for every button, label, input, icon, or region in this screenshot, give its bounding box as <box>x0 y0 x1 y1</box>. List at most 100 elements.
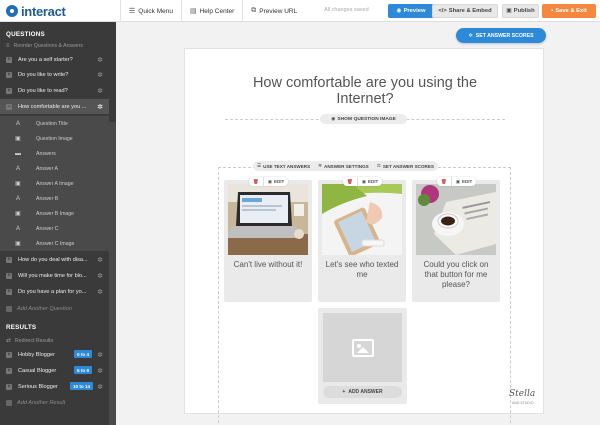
text-a-icon: A <box>15 195 20 202</box>
trash-icon[interactable]: 🗑 <box>437 177 452 186</box>
edit-label: EDIT <box>367 179 379 184</box>
questions-heading: QUESTIONS <box>6 31 45 38</box>
laptop-desk-photo <box>228 184 308 255</box>
edit-image-button[interactable]: ▣ EDIT <box>358 179 383 185</box>
result-casual-blogger[interactable]: + Casual Blogger ✲ <box>0 363 109 378</box>
answer-settings-button[interactable]: ✲ ANSWER SETTINGS <box>314 161 373 171</box>
list-icon: ▬ <box>15 150 21 157</box>
image-placeholder <box>323 313 402 382</box>
sub-item-answer-a-image[interactable]: ▣ Answer A Image <box>0 176 109 191</box>
sub-item-answer-b[interactable]: A Answer B <box>0 191 109 206</box>
plus-icon: + <box>6 383 12 390</box>
score-range-badge: 5 to 9 <box>74 366 92 374</box>
use-text-answers-button[interactable]: ☰ USE TEXT ANSWERS <box>253 161 314 171</box>
sub-item-question-image[interactable]: ▣ Question Image <box>0 131 109 146</box>
answers-toolbar: ☰ USE TEXT ANSWERS ✲ ANSWER SETTINGS ⚖ S… <box>253 161 438 171</box>
image-icon: ▣ <box>15 241 21 247</box>
gear-icon[interactable]: ✲ <box>97 87 103 95</box>
sidebar-question-2[interactable]: + Do you like to write? ✲ <box>0 67 109 82</box>
interact-logo[interactable]: interact <box>6 3 66 19</box>
plus-icon: + <box>6 56 12 63</box>
edit-image-button[interactable]: ▣ EDIT <box>264 179 289 185</box>
answer-text[interactable]: Can't live without it! <box>228 260 308 270</box>
question-label: Are you a self starter? <box>18 56 73 63</box>
trash-icon[interactable]: 🗑 <box>249 177 264 186</box>
gear-icon[interactable]: ✲ <box>97 367 103 375</box>
sub-item-answer-c[interactable]: A Answer C <box>0 221 109 236</box>
results-heading: RESULTS <box>6 324 37 331</box>
editor-main: ✲ SET ANSWER SCORES How comfortable are … <box>116 22 600 425</box>
save-exit-button[interactable]: ▪ Save & Exit <box>542 4 596 18</box>
image-icon: ▣ <box>361 178 366 184</box>
quick-menu-link[interactable]: ☰ Quick Menu <box>120 0 181 22</box>
top-links: ☰ Quick Menu ▤ Help Center ⧉ Preview URL <box>120 0 305 22</box>
sub-item-label: Answers <box>36 150 56 157</box>
answer-card-c[interactable]: Could you click on that button for me pl… <box>412 177 500 302</box>
book-icon: ▤ <box>189 8 197 15</box>
list-icon: ☰ <box>257 163 262 168</box>
plus-icon: + <box>6 351 12 358</box>
set-answer-scores-button[interactable]: ✲ SET ANSWER SCORES <box>456 28 546 43</box>
publish-icon: ▣ <box>506 8 512 14</box>
gear-icon[interactable]: ✲ <box>97 256 103 264</box>
edit-image-button[interactable]: ▣ EDIT <box>452 179 477 185</box>
sidebar-question-4[interactable]: − How comfortable are you ... ✲ <box>0 99 109 114</box>
gear-icon[interactable]: ✲ <box>97 103 103 111</box>
gear-icon: ✲ <box>468 32 473 39</box>
sub-item-question-title[interactable]: A Question Title <box>0 116 109 131</box>
share-embed-button[interactable]: </> Share & Embed <box>432 4 498 18</box>
add-result-link[interactable]: Add Another Result <box>6 400 65 406</box>
add-question-link[interactable]: Add Another Question <box>6 306 72 312</box>
gear-icon[interactable]: ✲ <box>97 351 103 359</box>
result-hobby-blogger[interactable]: + Hobby Blogger ✲ <box>0 347 109 362</box>
help-center-label: Help Center <box>199 7 235 15</box>
gear-icon[interactable]: ✲ <box>97 288 103 296</box>
gear-icon[interactable]: ✲ <box>97 56 103 64</box>
sub-item-answers[interactable]: ▬ Answers <box>0 146 109 161</box>
text-a-icon: A <box>15 120 20 127</box>
score-range-badge: 10 to 14 <box>70 382 94 390</box>
sidebar-scrollbar[interactable] <box>109 122 116 425</box>
external-link-icon: ⧉ <box>251 7 257 14</box>
sidebar-question-7[interactable]: + Do you have a plan for yo... ✲ <box>0 284 109 299</box>
show-question-image-button[interactable]: ◉ SHOW QUESTION IMAGE <box>320 114 407 124</box>
sub-item-answer-b-image[interactable]: ▣ Answer B Image <box>0 206 109 221</box>
result-label: Casual Blogger <box>18 367 57 374</box>
question-title[interactable]: How comfortable are you using the Intern… <box>225 75 505 107</box>
sub-item-answer-c-image[interactable]: ▣ Answer C Image <box>0 236 109 251</box>
sidebar-question-1[interactable]: + Are you a self starter? ✲ <box>0 52 109 67</box>
image-icon: ▣ <box>15 136 21 142</box>
question-canvas: How comfortable are you using the Intern… <box>184 48 544 425</box>
plus-icon: + <box>6 272 12 279</box>
image-placeholder-icon <box>351 338 374 357</box>
menu-icon: ☰ <box>129 8 136 15</box>
gear-icon[interactable]: ✲ <box>97 71 103 79</box>
answer-card-b[interactable]: Let's see who texted me 🗑 ▣ EDIT <box>318 177 406 302</box>
preview-url-link[interactable]: ⧉ Preview URL <box>242 0 305 22</box>
sidebar-question-6[interactable]: + Will you make time for blo... ✲ <box>0 268 109 283</box>
trash-icon[interactable]: 🗑 <box>343 177 358 186</box>
sidebar-question-5[interactable]: + How do you deal with disa... ✲ <box>0 252 109 267</box>
help-center-link[interactable]: ▤ Help Center <box>180 0 242 22</box>
add-answer-card[interactable]: + ADD ANSWER <box>318 308 407 404</box>
text-a-icon: A <box>15 225 20 232</box>
preview-button[interactable]: ◉ Preview <box>388 4 434 18</box>
add-answer-button[interactable]: + ADD ANSWER <box>323 386 402 398</box>
reorder-questions-link[interactable]: ≡ Reorder Questions & Answers <box>6 43 83 49</box>
answer-text[interactable]: Could you click on that button for me pl… <box>416 260 496 290</box>
share-label: Share & Embed <box>448 8 492 14</box>
sub-item-label: Answer B <box>36 195 59 202</box>
plus-icon: + <box>6 71 12 78</box>
publish-button[interactable]: ▣ Publish <box>502 4 539 18</box>
gear-icon[interactable]: ✲ <box>97 383 103 391</box>
answer-card-a[interactable]: Can't live without it! 🗑 ▣ EDIT <box>224 177 312 302</box>
redirect-results-link[interactable]: ⇄ Redirect Results <box>6 337 53 345</box>
answer-text[interactable]: Let's see who texted me <box>322 260 402 280</box>
answer-scores-button[interactable]: ⚖ SET ANSWER SCORES <box>373 161 438 171</box>
sub-item-label: Answer B Image <box>36 210 75 217</box>
stella-watermark: Stella <box>509 389 536 399</box>
sidebar-question-3[interactable]: + Do you like to read? ✲ <box>0 83 109 98</box>
sub-item-answer-a[interactable]: A Answer A <box>0 161 109 176</box>
add-result-label: Add Another Result <box>17 400 66 406</box>
gear-icon[interactable]: ✲ <box>97 272 103 280</box>
